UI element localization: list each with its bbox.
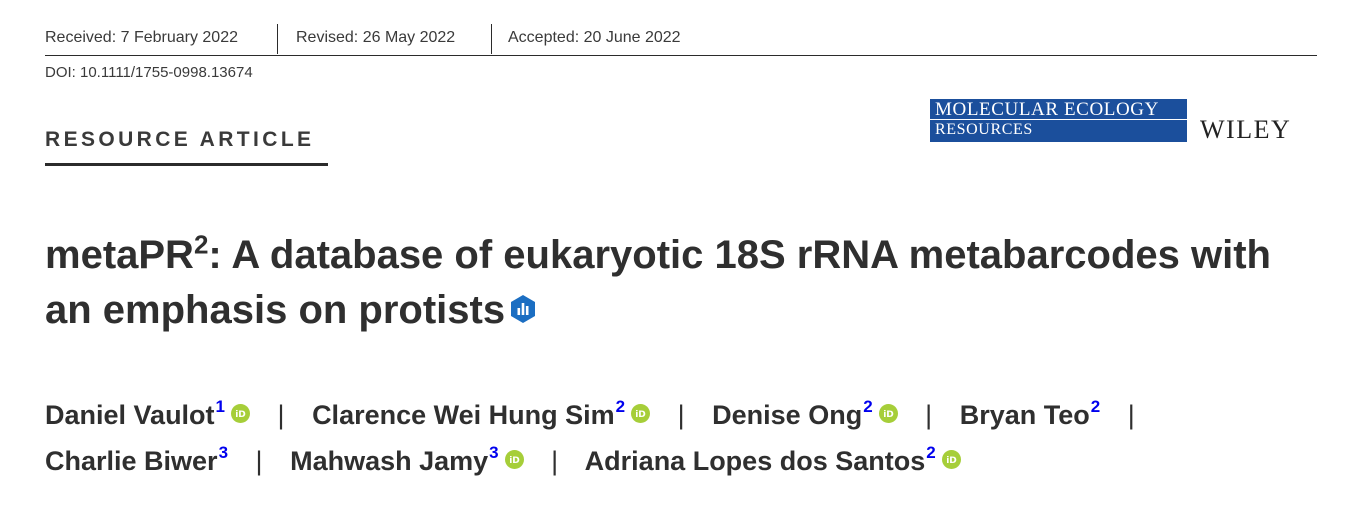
author-name[interactable]: Bryan Teo bbox=[960, 400, 1090, 430]
author-name[interactable]: Clarence Wei Hung Sim bbox=[312, 400, 615, 430]
orcid-icon[interactable]: iD bbox=[504, 450, 524, 469]
author-separator: | bbox=[551, 446, 559, 476]
affiliation-link[interactable]: 2 bbox=[1091, 397, 1100, 416]
affiliation-link[interactable]: 2 bbox=[926, 443, 935, 462]
svg-text:iD: iD bbox=[509, 456, 520, 466]
journal-name-line1: MOLECULAR ECOLOGY bbox=[935, 99, 1159, 120]
author[interactable]: Clarence Wei Hung Sim2 iD bbox=[312, 397, 651, 430]
author[interactable]: Mahwash Jamy3 iD bbox=[290, 443, 524, 476]
history-divider bbox=[277, 24, 278, 54]
article-title: metaPR2: A database of eukaryotic 18S rR… bbox=[45, 228, 1325, 338]
revised-date: Revised: 26 May 2022 bbox=[296, 29, 456, 46]
orcid-icon[interactable]: iD bbox=[941, 450, 961, 469]
journal-logo-divider bbox=[930, 119, 1187, 120]
affiliation-link[interactable]: 3 bbox=[489, 443, 498, 462]
author-name[interactable]: Charlie Biwer bbox=[45, 446, 218, 476]
author-separator: | bbox=[925, 400, 933, 430]
author-separator: | bbox=[677, 400, 685, 430]
affiliation-link[interactable]: 3 bbox=[219, 443, 228, 462]
journal-logo[interactable]: MOLECULAR ECOLOGY RESOURCES bbox=[930, 99, 1187, 142]
publisher-logo[interactable]: WILEY bbox=[1200, 115, 1291, 145]
section-type: RESOURCE ARTICLE bbox=[45, 128, 315, 151]
author[interactable]: Daniel Vaulot1 iD bbox=[45, 397, 251, 430]
svg-text:iD: iD bbox=[883, 410, 894, 420]
author-name[interactable]: Daniel Vaulot bbox=[45, 400, 215, 430]
author-separator: | bbox=[1127, 400, 1135, 430]
journal-name-line2: RESOURCES bbox=[935, 121, 1033, 138]
title-part2: : A database of eukaryotic 18S rRNA meta… bbox=[45, 233, 1271, 332]
affiliation-link[interactable]: 2 bbox=[616, 397, 625, 416]
received-date: Received: 7 February 2022 bbox=[45, 29, 238, 46]
orcid-icon[interactable]: iD bbox=[231, 404, 251, 423]
orcid-icon[interactable]: iD bbox=[878, 404, 898, 423]
accepted-date: Accepted: 20 June 2022 bbox=[508, 29, 681, 46]
author-separator: | bbox=[255, 446, 263, 476]
affiliation-link[interactable]: 2 bbox=[863, 397, 872, 416]
title-part1: metaPR bbox=[45, 233, 194, 277]
author[interactable]: Denise Ong2 iD bbox=[712, 397, 898, 430]
section-type-underline bbox=[45, 163, 328, 166]
author-name[interactable]: Adriana Lopes dos Santos bbox=[585, 446, 926, 476]
author[interactable]: Bryan Teo2 bbox=[960, 397, 1101, 430]
history-divider bbox=[491, 24, 492, 54]
author[interactable]: Adriana Lopes dos Santos2 iD bbox=[585, 443, 961, 476]
svg-text:iD: iD bbox=[635, 410, 646, 420]
article-history: Received: 7 February 2022 Revised: 26 Ma… bbox=[45, 22, 1317, 56]
author-name[interactable]: Mahwash Jamy bbox=[290, 446, 488, 476]
title-superscript: 2 bbox=[193, 229, 209, 260]
open-data-badge-icon[interactable] bbox=[508, 284, 538, 323]
orcid-icon[interactable]: iD bbox=[631, 404, 651, 423]
author-list: Daniel Vaulot1 iD | Clarence Wei Hung Sim… bbox=[45, 392, 1325, 484]
affiliation-link[interactable]: 1 bbox=[216, 397, 225, 416]
author[interactable]: Charlie Biwer3 bbox=[45, 443, 228, 476]
author-separator: | bbox=[277, 400, 285, 430]
author-name[interactable]: Denise Ong bbox=[712, 400, 862, 430]
svg-text:iD: iD bbox=[235, 410, 246, 420]
doi[interactable]: DOI: 10.1111/1755-0998.13674 bbox=[45, 64, 253, 81]
svg-text:iD: iD bbox=[946, 456, 957, 466]
